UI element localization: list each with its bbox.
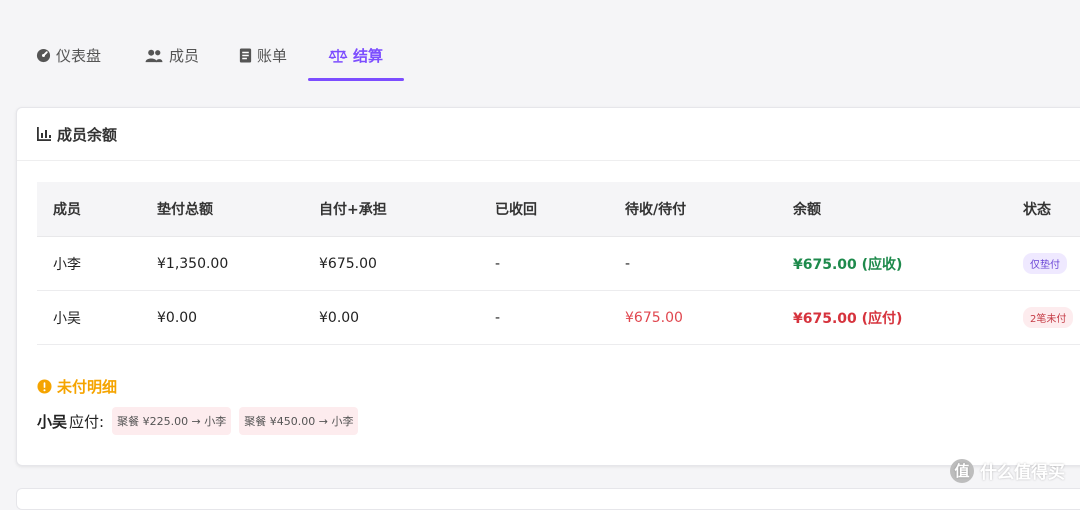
tab-label: 成员 bbox=[169, 46, 200, 65]
receipt-icon bbox=[239, 47, 252, 63]
warning-circle-icon bbox=[37, 379, 52, 394]
table-row: 小李 ¥1,350.00 ¥675.00 - - ¥675.00 (应收) 仅垫… bbox=[37, 237, 1080, 291]
tab-members[interactable]: 成员 bbox=[144, 42, 199, 68]
status-cell: 2笔未付 bbox=[1023, 291, 1074, 344]
recovered: - bbox=[495, 309, 501, 326]
debt-chip[interactable]: 聚餐 ¥450.00 → 小李 bbox=[239, 407, 359, 435]
pending: ¥675.00 bbox=[625, 309, 683, 326]
tab-settlement[interactable]: 结算 bbox=[328, 42, 383, 68]
payment-line: 小吴 应付: 聚餐 ¥225.00 → 小李 聚餐 ¥450.00 → 小李 bbox=[37, 406, 366, 436]
advanced-total: ¥1,350.00 bbox=[157, 255, 229, 272]
tab-dashboard[interactable]: 仪表盘 bbox=[36, 42, 101, 68]
tab-bills[interactable]: 账单 bbox=[239, 42, 287, 68]
card-title-text: 成员余额 bbox=[57, 125, 118, 144]
watermark-text: 什么值得买 bbox=[980, 463, 1065, 483]
col-recovered: 已收回 bbox=[495, 202, 537, 218]
table-row: 小吴 ¥0.00 ¥0.00 - ¥675.00 ¥675.00 (应付) 2笔… bbox=[37, 291, 1080, 345]
payer-name: 小吴 bbox=[37, 412, 68, 431]
tab-label: 仪表盘 bbox=[56, 46, 102, 65]
debt-chip[interactable]: 聚餐 ¥225.00 → 小李 bbox=[112, 407, 232, 435]
unpaid-details-heading: 未付明细 bbox=[37, 376, 117, 397]
balance-value: ¥675.00 (应付) bbox=[793, 310, 903, 327]
card-title: 成员余额 bbox=[37, 124, 117, 145]
col-status: 状态 bbox=[1023, 202, 1051, 218]
member-name: 小李 bbox=[53, 256, 81, 273]
card-header: 成员余额 bbox=[17, 108, 1080, 161]
table-header: 成员 垫付总额 自付+承担 已收回 待收/待付 余额 状态 bbox=[37, 182, 1080, 237]
bar-chart-icon bbox=[37, 127, 51, 141]
col-balance: 余额 bbox=[793, 202, 821, 218]
payer-label: 应付: bbox=[69, 412, 105, 431]
balance-value: ¥675.00 (应收) bbox=[793, 256, 903, 273]
scale-icon bbox=[328, 48, 348, 63]
tab-label: 结算 bbox=[353, 46, 384, 65]
member-name: 小吴 bbox=[53, 310, 81, 327]
dashboard-icon bbox=[36, 48, 51, 63]
unpaid-title: 未付明细 bbox=[57, 378, 118, 396]
tab-bar: 仪表盘 成员 账单 结算 bbox=[0, 0, 1080, 84]
own-share: ¥675.00 bbox=[319, 255, 377, 272]
balance-table: 成员 垫付总额 自付+承担 已收回 待收/待付 余额 状态 小李 ¥1,350.… bbox=[37, 182, 1080, 345]
advanced-total: ¥0.00 bbox=[157, 309, 198, 326]
recovered: - bbox=[495, 255, 501, 272]
own-share: ¥0.00 bbox=[319, 309, 360, 326]
member-balance-card: 成员余额 成员 垫付总额 自付+承担 已收回 待收/待付 余额 状态 小李 ¥1… bbox=[16, 107, 1080, 466]
status-cell: 仅垫付 bbox=[1023, 237, 1067, 290]
watermark: 值 什么值得买 bbox=[950, 458, 1065, 483]
col-member: 成员 bbox=[53, 202, 81, 218]
status-badge: 仅垫付 bbox=[1023, 253, 1067, 274]
watermark-logo: 值 bbox=[950, 458, 974, 483]
pending: - bbox=[625, 255, 631, 272]
col-pending: 待收/待付 bbox=[625, 202, 687, 218]
tab-label: 账单 bbox=[257, 46, 288, 65]
status-badge: 2笔未付 bbox=[1023, 307, 1074, 328]
col-advanced: 垫付总额 bbox=[157, 202, 213, 218]
col-own-share: 自付+承担 bbox=[319, 202, 387, 218]
active-tab-indicator bbox=[308, 78, 404, 81]
users-icon bbox=[144, 48, 164, 63]
next-card bbox=[16, 488, 1080, 510]
